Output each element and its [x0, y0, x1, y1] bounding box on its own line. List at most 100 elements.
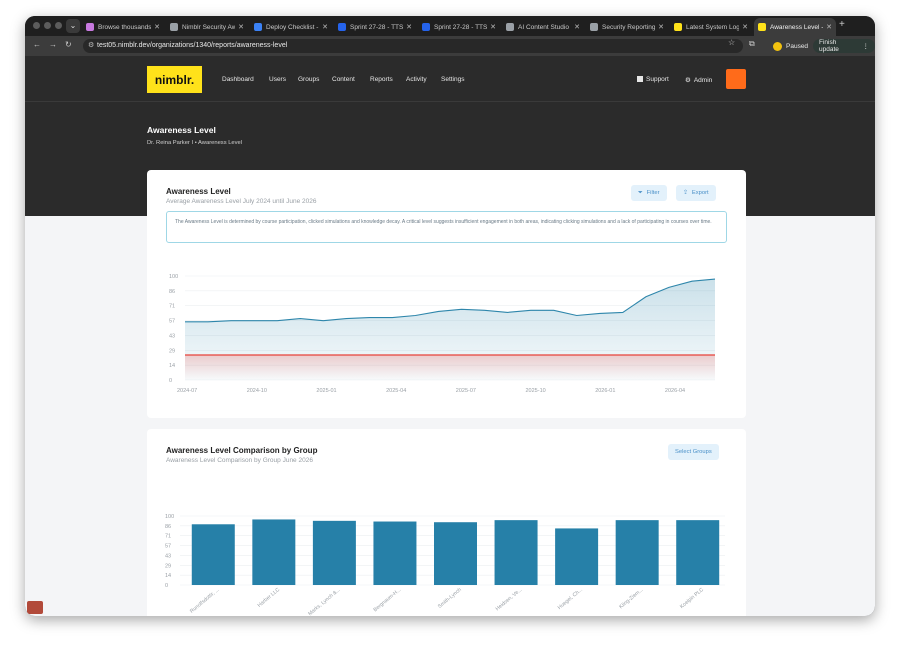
tab-close-icon[interactable]: ✕ [658, 23, 664, 31]
nav-dashboard[interactable]: Dashboard [222, 76, 254, 83]
url-text[interactable]: test05.nimblr.dev/organizations/1340/rep… [97, 42, 287, 49]
x-tick-label: 2025-10 [526, 388, 546, 394]
bar [615, 520, 659, 585]
tab-close-icon[interactable]: ✕ [490, 23, 496, 31]
support-label: Support [646, 76, 669, 83]
minimize-window-button[interactable] [44, 22, 51, 29]
new-tab-button[interactable]: + [839, 19, 845, 30]
gear-icon: ⚙ [685, 77, 691, 84]
bar [555, 528, 599, 585]
y-tick-label: 86 [169, 289, 175, 295]
profile-paused-button[interactable]: Paused [769, 39, 812, 53]
nav-users[interactable]: Users [269, 76, 286, 83]
x-tick-label: 2025-04 [386, 388, 406, 394]
series-area [185, 355, 715, 380]
y-tick-label: 100 [165, 514, 174, 520]
y-tick-label: 71 [169, 304, 175, 310]
browser-tab[interactable]: Browse thousands o ✕ [82, 18, 164, 36]
nav-content[interactable]: Content [332, 76, 355, 83]
nav-groups[interactable]: Groups [298, 76, 319, 83]
nav-activity[interactable]: Activity [406, 76, 427, 83]
support-link[interactable]: Support [637, 76, 669, 83]
y-tick-label: 0 [165, 583, 168, 589]
back-icon[interactable]: ← [33, 40, 41, 49]
browser-tab[interactable]: Sprint 27-28 - TTS ✕ [418, 18, 500, 36]
breadcrumb-current: Awareness Level [198, 140, 243, 146]
y-tick-label: 57 [165, 544, 171, 550]
tab-close-icon[interactable]: ✕ [238, 23, 244, 31]
tab-label: Latest System Logs [686, 23, 740, 31]
support-icon [637, 76, 643, 82]
site-info-icon[interactable]: ⚙ [88, 41, 94, 49]
browser-tab[interactable]: Awareness Level - ✕ [754, 18, 836, 36]
bar [252, 519, 296, 585]
admin-label: Admin [693, 77, 713, 84]
bar-category-label: Runolfsdottir, ... [189, 587, 220, 615]
tab-label: Sprint 27-28 - TTS [434, 23, 488, 31]
tab-close-icon[interactable]: ✕ [826, 23, 832, 31]
browser-tab[interactable]: Security Reporting ✕ [586, 18, 668, 36]
bar [676, 520, 720, 585]
tab-favicon [338, 23, 346, 31]
close-window-button[interactable] [33, 22, 40, 29]
x-tick-label: 2026-01 [595, 388, 615, 394]
tab-close-icon[interactable]: ✕ [322, 23, 328, 31]
paused-label: Paused [786, 42, 809, 50]
nav-settings[interactable]: Settings [441, 76, 465, 83]
bar-category-label: Marks, Lynch &... [307, 587, 341, 616]
tab-favicon [170, 23, 178, 31]
y-tick-label: 0 [169, 378, 172, 384]
kebab-menu-icon: ⋮ [862, 43, 870, 50]
browser-tab[interactable]: Latest System Logs ✕ [670, 18, 752, 36]
browser-tab[interactable]: Deploy Checklist - ✕ [250, 18, 332, 36]
address-bar[interactable]: ⚙ test05.nimblr.dev/organizations/1340/r… [83, 39, 743, 53]
nav-reports[interactable]: Reports [370, 76, 393, 83]
tab-close-icon[interactable]: ✕ [406, 23, 412, 31]
page-content: nimblr. Dashboard Users Groups Content R… [25, 56, 875, 616]
maximize-window-button[interactable] [55, 22, 62, 29]
tab-close-icon[interactable]: ✕ [742, 23, 748, 31]
x-tick-label: 2024-10 [247, 388, 267, 394]
breadcrumb: Dr. Reina Parker I • Awareness Level [147, 140, 242, 146]
bar-category-label: Kling-Ziem... [618, 587, 644, 610]
reload-icon[interactable]: ↻ [65, 40, 72, 49]
tab-favicon [254, 23, 262, 31]
bar-category-label: Koelpin PLC [679, 587, 705, 610]
awareness-line-chart: 100 86 71 57 43 29 14 0 2024-07 2024-10 2025-01 202… [169, 274, 716, 394]
tab-label: Sprint 27-28 - TTS [350, 23, 404, 31]
y-tick-label: 43 [169, 333, 175, 339]
tab-favicon [674, 23, 682, 31]
browser-tab[interactable]: Sprint 27-28 - TTS ✕ [334, 18, 416, 36]
nimblr-logo[interactable]: nimblr. [147, 66, 202, 93]
tab-favicon [758, 23, 766, 31]
x-tick-label: 2025-01 [316, 388, 336, 394]
browser-window: ⌄ Browse thousands o ✕ Nimblr Security Aw ✕… [25, 16, 875, 616]
x-tick-label: 2026-04 [665, 388, 685, 394]
tab-search-button[interactable]: ⌄ [66, 19, 80, 33]
page-title: Awareness Level [147, 125, 216, 135]
finish-update-button[interactable]: Finish update ⋮ [813, 39, 875, 53]
breadcrumb-org[interactable]: Dr. Reina Parker I [147, 140, 193, 146]
bar [434, 522, 477, 585]
tab-favicon [506, 23, 514, 31]
forward-icon[interactable]: → [49, 40, 57, 49]
y-tick-label: 14 [165, 573, 171, 579]
tab-close-icon[interactable]: ✕ [574, 23, 580, 31]
user-avatar[interactable] [726, 69, 746, 89]
bar-category-label: Heidsen, Ve... [495, 587, 524, 612]
tab-label: Awareness Level - [770, 23, 824, 31]
tab-label: Security Reporting [602, 23, 656, 31]
extensions-icon[interactable]: ⧉ [749, 39, 755, 49]
y-tick-label: 43 [165, 553, 171, 559]
browser-tab[interactable]: AI Content Studio | ✕ [502, 18, 584, 36]
bookmark-star-icon[interactable]: ☆ [728, 38, 735, 47]
x-tick-label: 2025-07 [456, 388, 476, 394]
admin-link[interactable]: ⚙ Admin [685, 76, 712, 84]
bar [494, 520, 538, 585]
finish-update-label: Finish update [819, 39, 839, 53]
tab-favicon [86, 23, 94, 31]
browser-tab[interactable]: Nimblr Security Aw ✕ [166, 18, 248, 36]
app-corner-badge[interactable] [27, 601, 43, 614]
tab-close-icon[interactable]: ✕ [154, 23, 160, 31]
awareness-level-card: Awareness Level Average Awareness Level … [147, 170, 746, 418]
